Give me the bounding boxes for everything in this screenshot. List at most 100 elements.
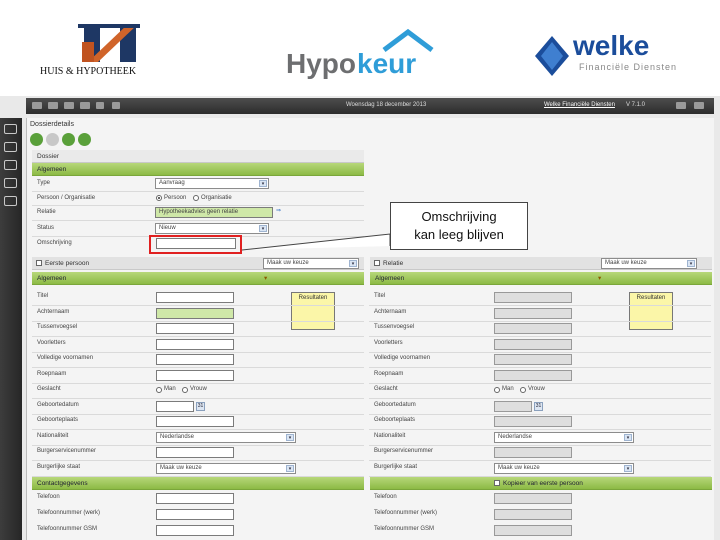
- relatie-field[interactable]: Hypotheekadvies geen relatie: [155, 207, 273, 218]
- field-label: Geboortedatum: [374, 402, 416, 408]
- eerste-persoon-title: Eerste persoon: [45, 260, 90, 267]
- section-algemeen: Algemeen: [32, 163, 364, 176]
- briefcase-icon[interactable]: [4, 196, 17, 206]
- vrouw-radio[interactable]: [520, 387, 526, 393]
- select-value: Nederlandse: [498, 434, 533, 440]
- field-input[interactable]: [494, 339, 572, 350]
- contact-input[interactable]: [156, 509, 234, 520]
- omschrijving-label: Omschrijving: [37, 240, 72, 246]
- divider: [369, 383, 711, 384]
- print-icon[interactable]: [80, 102, 90, 109]
- nationaliteit-select[interactable]: Nederlandse ▾: [156, 432, 296, 443]
- field-input[interactable]: [156, 401, 194, 412]
- top-bar: Woensdag 18 december 2013 Welke Financië…: [26, 98, 714, 114]
- field-label: Titel: [37, 293, 49, 299]
- eerste-persoon-checkbox[interactable]: [36, 260, 42, 266]
- minimize-icon[interactable]: [676, 102, 686, 109]
- left-dropdown-icon[interactable]: ▾: [264, 272, 267, 285]
- field-input[interactable]: [156, 447, 234, 458]
- field-input[interactable]: [156, 370, 234, 381]
- leaf-icon[interactable]: [4, 124, 17, 134]
- calendar-icon[interactable]: 31: [534, 402, 543, 411]
- refresh-button[interactable]: [78, 133, 91, 146]
- type-label: Type: [37, 180, 51, 186]
- field-input[interactable]: [494, 323, 572, 334]
- left-results-box: Resultaten: [291, 292, 335, 330]
- group-icon[interactable]: [4, 160, 17, 170]
- divider: [369, 336, 711, 337]
- vrouw-radio[interactable]: [182, 387, 188, 393]
- add-button[interactable]: [46, 133, 59, 146]
- field-label: Burgerlijke staat: [374, 464, 418, 470]
- field-label: Titel: [374, 293, 386, 299]
- eerste-persoon-select[interactable]: Maak uw keuze ▾: [263, 258, 359, 269]
- field-input[interactable]: [156, 339, 234, 350]
- arrow-right-icon[interactable]: ⇒: [276, 207, 281, 214]
- persoon-org-label: Persoon / Organisatie: [37, 195, 96, 201]
- field-label: Achternaam: [374, 309, 407, 315]
- right-dropdown-icon[interactable]: ▾: [598, 272, 601, 285]
- field-input[interactable]: [494, 416, 572, 427]
- field-label: Burgerlijke staat: [37, 464, 81, 470]
- divider: [32, 336, 364, 337]
- divider: [369, 429, 711, 430]
- burgerlijke-staat-select[interactable]: Maak uw keuze ▾: [494, 463, 634, 474]
- divider: [32, 398, 364, 399]
- contact-input[interactable]: [156, 493, 234, 504]
- type-select[interactable]: Aanvraag ▾: [155, 178, 269, 189]
- calendar-icon[interactable]: 31: [196, 402, 205, 411]
- relatie-select[interactable]: Maak uw keuze ▾: [601, 258, 697, 269]
- field-input[interactable]: [156, 416, 234, 427]
- contact-input[interactable]: [156, 525, 234, 536]
- persoon-radio[interactable]: [156, 195, 162, 201]
- persoon-option: Persoon: [164, 195, 187, 201]
- field-input[interactable]: [156, 323, 234, 334]
- field-input[interactable]: [494, 401, 532, 412]
- folder-icon[interactable]: [48, 102, 58, 109]
- huis-hypotheek-logo: HUIS & HYPOTHEEK: [38, 22, 183, 80]
- company-link[interactable]: Welke Financiële Diensten: [544, 102, 615, 108]
- up-arrow-button[interactable]: [30, 133, 43, 146]
- kopieer-checkbox[interactable]: [494, 480, 500, 486]
- chart-icon[interactable]: [4, 178, 17, 188]
- red-highlight-box: [149, 235, 242, 254]
- field-input[interactable]: [156, 354, 234, 365]
- section-dossier: Dossier: [32, 150, 364, 163]
- chevron-down-icon: ▾: [349, 260, 357, 267]
- right-contact-section: Kopieer van eerste persoon: [370, 477, 712, 490]
- field-input[interactable]: [494, 292, 572, 303]
- exit-icon[interactable]: [694, 102, 704, 109]
- relatie-checkbox[interactable]: [374, 260, 380, 266]
- field-input[interactable]: [494, 354, 572, 365]
- calendar-icon[interactable]: [64, 102, 74, 109]
- contact-input[interactable]: [494, 509, 572, 520]
- divider: [32, 305, 364, 306]
- burgerlijke-staat-select[interactable]: Maak uw keuze ▾: [156, 463, 296, 474]
- people-icon[interactable]: [4, 142, 17, 152]
- pin-icon[interactable]: [96, 102, 104, 109]
- contact-label: Telefoonnummer (werk): [37, 510, 101, 516]
- field-label: Voorletters: [374, 340, 403, 346]
- welke-name: welke: [573, 30, 650, 61]
- chevron-down-icon: ▾: [259, 180, 267, 187]
- right-results-box: Resultaten: [629, 292, 673, 330]
- field-input[interactable]: [156, 292, 234, 303]
- field-input[interactable]: [494, 308, 572, 319]
- divider: [32, 445, 364, 446]
- save-check-button[interactable]: [62, 133, 75, 146]
- select-value: Nederlandse: [160, 434, 195, 440]
- contact-input[interactable]: [494, 493, 572, 504]
- nationaliteit-select[interactable]: Nederlandse ▾: [494, 432, 634, 443]
- contact-label: Telefoonnummer (werk): [374, 510, 438, 516]
- field-input[interactable]: [494, 447, 572, 458]
- contact-input[interactable]: [494, 525, 572, 536]
- contact-label: Telefoonnummer GSM: [374, 526, 435, 532]
- mail-icon[interactable]: [32, 102, 42, 109]
- pen-icon[interactable]: [112, 102, 120, 109]
- man-radio[interactable]: [494, 387, 500, 393]
- field-input[interactable]: [156, 308, 234, 319]
- man-radio[interactable]: [156, 387, 162, 393]
- version-text: V 7.1.0: [626, 102, 646, 108]
- organisatie-radio[interactable]: [193, 195, 199, 201]
- field-input[interactable]: [494, 370, 572, 381]
